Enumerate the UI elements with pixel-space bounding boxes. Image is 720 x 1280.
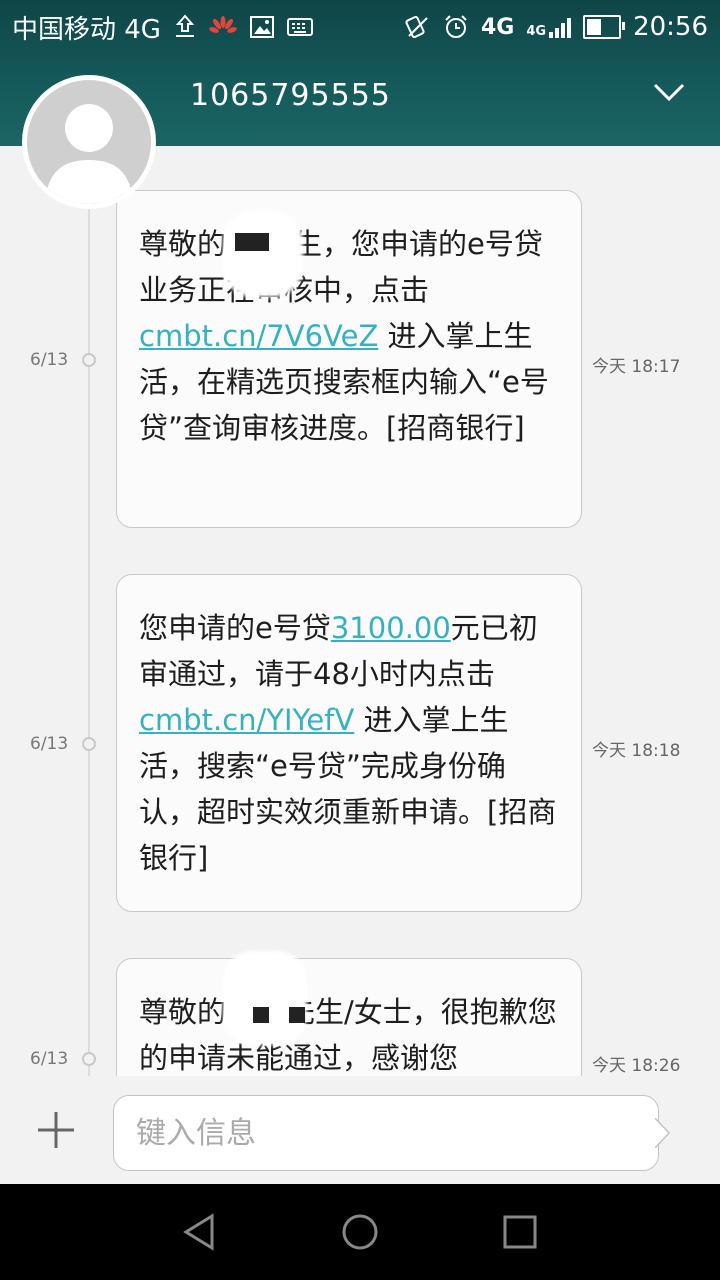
signal-strength-icon	[549, 16, 572, 38]
message-text: 尊敬的	[139, 995, 227, 1029]
huawei-logo-icon	[209, 16, 237, 33]
message-date: 6/13	[30, 734, 69, 754]
network-type-small: 4G	[526, 24, 547, 39]
message-link[interactable]: cmbt.cn/YIYefV	[139, 703, 354, 737]
redaction-block	[289, 1007, 305, 1023]
clock-label: 20:56	[633, 12, 708, 42]
message-amount-link[interactable]: 3100.00	[331, 611, 451, 645]
timeline-line	[88, 146, 90, 1076]
redaction-overlay	[223, 211, 303, 297]
message-link[interactable]: cmbt.cn/7V6VeZ	[139, 319, 378, 353]
alarm-icon	[445, 15, 467, 38]
keyboard-icon	[286, 18, 313, 36]
message-bubble[interactable]: 您申请的e号贷3100.00元已初审通过，请于48小时内点击cmbt.cn/YI…	[116, 574, 582, 912]
message-text: 您申请的e号贷	[139, 611, 331, 645]
chevron-down-icon[interactable]	[652, 80, 686, 104]
redaction-overlay	[223, 951, 307, 1045]
message-time: 今天 18:26	[592, 1056, 681, 1076]
message-bubble[interactable]: 尊敬的 先生，您申请的e号贷业务正在审核中，点击 cmbt.cn/7V6VeZ 进…	[116, 190, 582, 528]
status-bar-right: 4G 4G 20:56	[405, 10, 708, 44]
image-notification-icon	[249, 16, 274, 38]
message-bubble[interactable]: 尊敬的 先生/女士，很抱歉您的申请未能通过，感谢您	[116, 951, 582, 1076]
status-bar-left: 中国移动 4G	[12, 10, 313, 45]
timeline-dot	[82, 737, 96, 751]
contact-avatar[interactable]	[22, 75, 156, 209]
message-time: 今天 18:17	[592, 357, 681, 377]
message-input[interactable]	[113, 1095, 659, 1171]
timeline-dot	[82, 1052, 96, 1066]
message-date: 6/13	[30, 350, 69, 370]
message-thread[interactable]: 6/13 尊敬的 先生，您申请的e号贷业务正在审核中，点击 cmbt.cn/7V6…	[0, 146, 720, 1076]
timeline-dot	[82, 353, 96, 367]
system-nav-bar	[0, 1184, 720, 1280]
add-attachment-icon[interactable]	[36, 1110, 76, 1150]
contact-number[interactable]: 1065795555	[190, 78, 391, 113]
compose-bar	[0, 1076, 720, 1184]
carrier-label: 中国移动 4G	[12, 14, 161, 45]
signal-group: 4G	[526, 16, 572, 39]
recent-apps-icon[interactable]	[500, 1212, 540, 1252]
person-silhouette-icon	[45, 104, 133, 204]
message-date: 6/13	[30, 1049, 69, 1069]
redaction-block	[235, 233, 269, 251]
battery-icon	[583, 15, 626, 39]
message-time: 今天 18:18	[592, 741, 681, 761]
home-icon[interactable]	[340, 1212, 380, 1252]
message-text: 尊敬的	[139, 227, 227, 261]
redaction-block	[253, 1007, 269, 1023]
upload-icon	[175, 14, 195, 37]
back-icon[interactable]	[180, 1212, 220, 1252]
network-type-badge: 4G	[480, 14, 515, 40]
nfc-icon	[405, 15, 428, 39]
input-tail-shape	[655, 1118, 671, 1148]
